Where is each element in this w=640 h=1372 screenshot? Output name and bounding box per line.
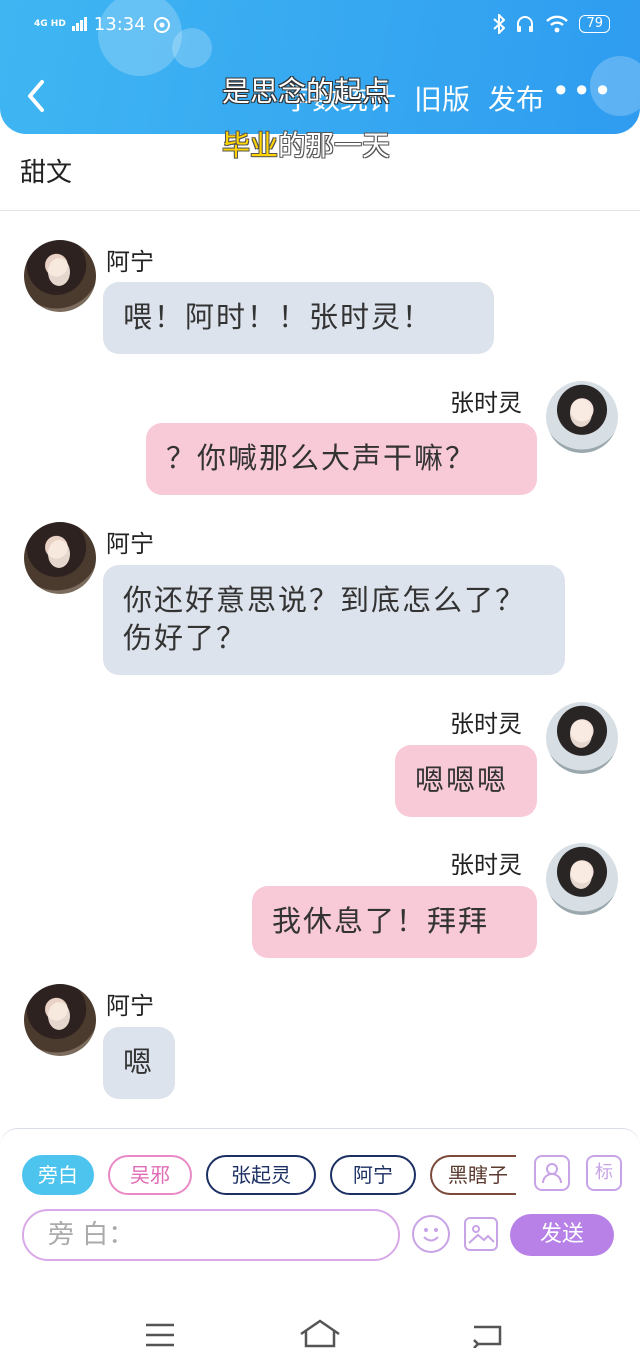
message-bubble[interactable]: 我休息了！拜拜 [252, 886, 537, 958]
avatar-zhang-shiling[interactable] [546, 381, 618, 453]
tag-button[interactable]: 标 [586, 1155, 622, 1191]
avatar-a-ning[interactable] [24, 984, 96, 1056]
sender-name: 张时灵 [450, 851, 522, 879]
role-chip-narrator[interactable]: 旁白 [22, 1155, 94, 1195]
message-bubble[interactable]: 嗯 [103, 1027, 175, 1099]
message-bubble[interactable]: 嗯嗯嗯 [395, 745, 537, 817]
role-chip-hei-xiazi[interactable]: 黑瞎子 [430, 1155, 516, 1195]
message-bubble[interactable]: 你还好意思说？到底怎么了？伤好了？ [103, 565, 565, 675]
message-input[interactable]: 旁 白： [22, 1209, 400, 1261]
system-nav-bar [0, 1300, 640, 1372]
clock: 13:34 [93, 13, 146, 35]
role-chip-zhang-qiling[interactable]: 张起灵 [206, 1155, 316, 1195]
status-bar: 4G HD 13:34 79 [34, 10, 610, 38]
avatar-a-ning[interactable] [24, 240, 96, 312]
sender-name: 阿宁 [106, 248, 154, 276]
back-arrow-icon[interactable] [20, 76, 56, 116]
sender-name: 阿宁 [106, 992, 154, 1020]
app-notification-icon [153, 17, 170, 33]
overlay-highlight: 毕业 [222, 129, 279, 162]
overlay-rest: 的那一天 [278, 129, 391, 162]
role-chip-a-ning[interactable]: 阿宁 [330, 1155, 416, 1195]
wifi-icon [546, 15, 569, 33]
top-header: 4G HD 13:34 79 字数统计 旧版 发布 ••• [0, 0, 640, 134]
send-button[interactable]: 发送 [510, 1214, 614, 1256]
old-version-button[interactable]: 旧版 [414, 78, 470, 118]
headphone-icon [517, 16, 534, 32]
bluetooth-icon [493, 14, 506, 34]
back-nav-icon[interactable] [470, 1322, 504, 1348]
home-icon[interactable] [298, 1318, 342, 1348]
add-role-icon[interactable] [534, 1155, 570, 1191]
story-title: 甜文 [20, 158, 73, 188]
message-bubble[interactable]: 喂！阿时！！张时灵！ [103, 282, 494, 354]
message-bubble[interactable]: ？你喊那么大声干嘛？ [146, 423, 537, 495]
avatar-a-ning[interactable] [24, 522, 96, 594]
overlay-caption-line2: 毕业的那一天 [222, 124, 390, 164]
menu-icon[interactable] [144, 1322, 176, 1348]
avatar-zhang-shiling[interactable] [546, 702, 618, 774]
sender-name: 阿宁 [106, 530, 154, 558]
avatar-zhang-shiling[interactable] [546, 843, 618, 915]
role-chip-wu-xie[interactable]: 吴邪 [108, 1155, 192, 1195]
publish-button[interactable]: 发布 [488, 78, 544, 118]
sender-name: 张时灵 [450, 389, 522, 417]
network-indicator: 4G HD [34, 18, 66, 29]
overlay-caption-line1: 是思念的起点 [222, 75, 391, 108]
more-menu-button[interactable]: ••• [551, 72, 614, 110]
sender-name: 张时灵 [450, 710, 522, 738]
battery-indicator: 79 [579, 15, 610, 33]
emoji-icon[interactable] [412, 1215, 450, 1253]
divider [0, 210, 640, 211]
image-icon[interactable] [464, 1217, 498, 1251]
signal-icon [71, 17, 87, 31]
